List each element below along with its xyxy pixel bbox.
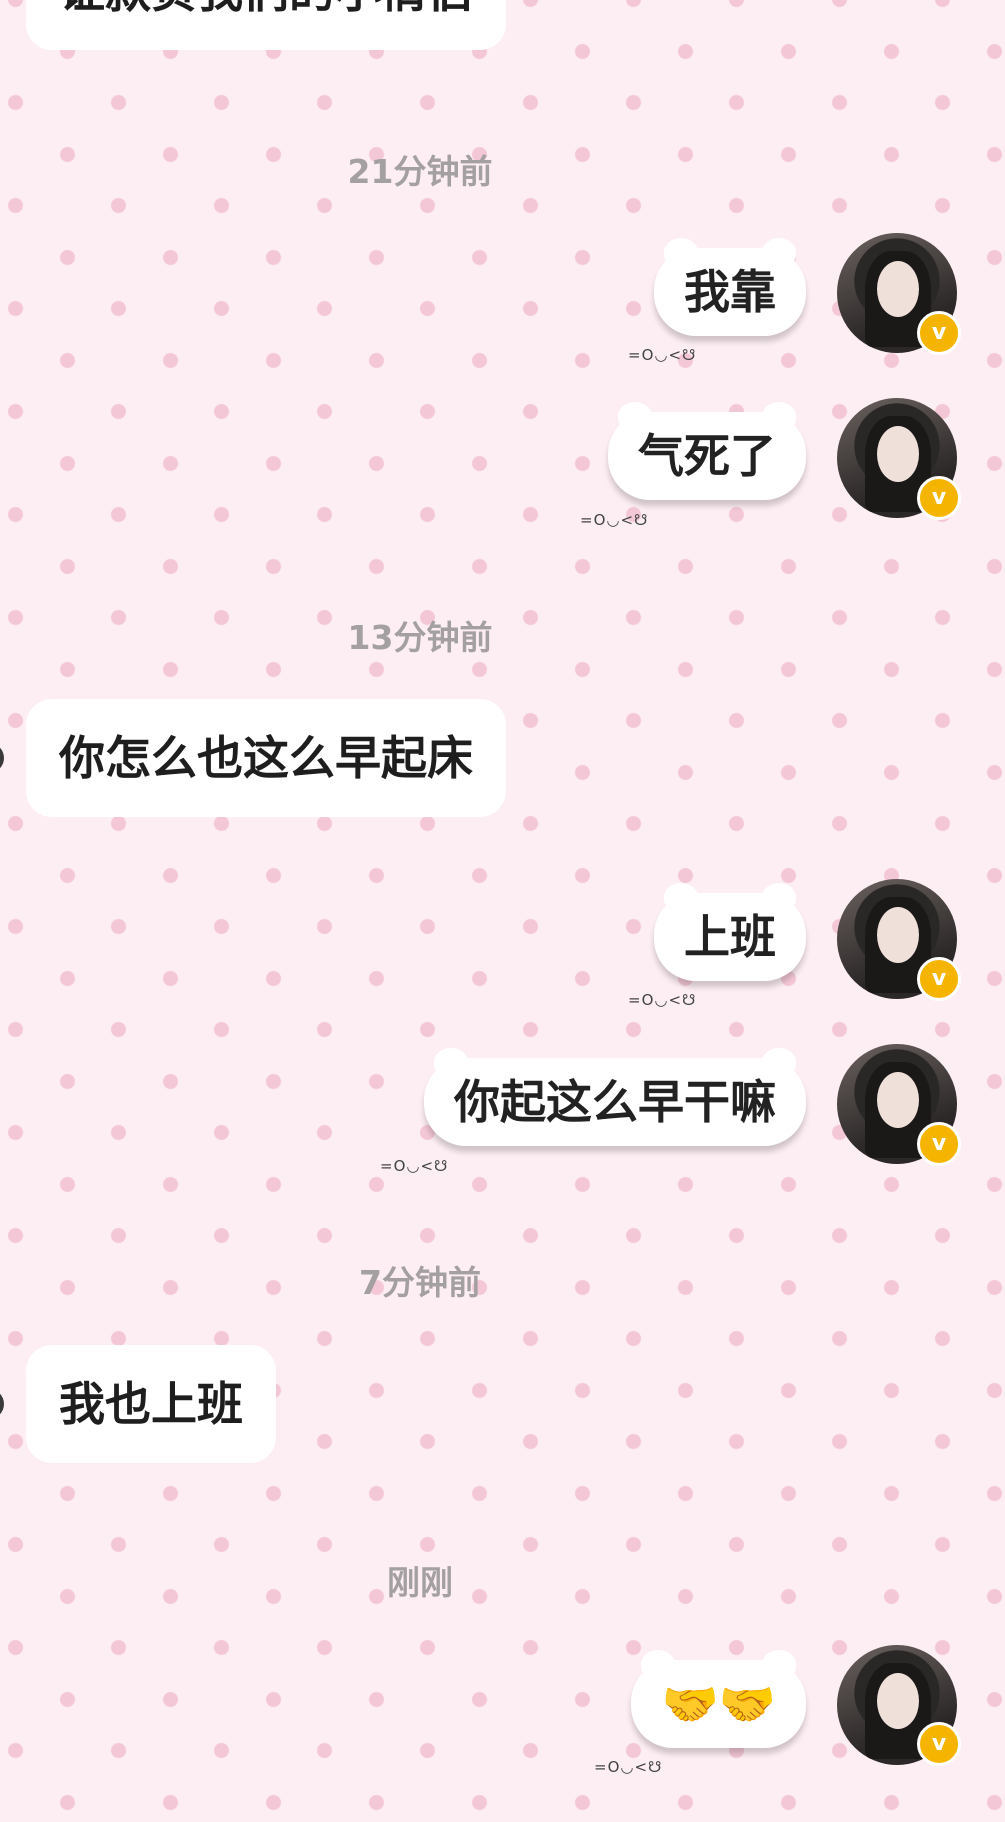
timestamp: 21分钟前 [347, 152, 493, 191]
message-text: 我也上班 [59, 1377, 243, 1431]
bubble-decoration: =O◡<☋ [628, 991, 697, 1009]
v-verified-icon: v [917, 1722, 961, 1766]
timestamp: 刚刚 [387, 1563, 453, 1602]
message-text: 🤝🤝 [661, 1677, 776, 1731]
bubble-decoration: =O◡<☋ [580, 511, 649, 529]
avatar[interactable] [0, 743, 4, 773]
message-text: 你怎么也这么早起床 [59, 731, 473, 785]
v-verified-icon: v [917, 311, 961, 355]
outgoing-message-bubble[interactable]: 🤝🤝 [631, 1650, 806, 1748]
timestamp: 13分钟前 [347, 618, 493, 657]
outgoing-message-bubble[interactable]: 你起这么早干嘛 [424, 1048, 806, 1146]
incoming-message-bubble[interactable]: 我也上班 [26, 1345, 276, 1463]
outgoing-message-bubble[interactable]: 上班 [654, 883, 806, 981]
bubble-decoration: =O◡<☋ [380, 1157, 449, 1175]
bubble-decoration: =O◡<☋ [594, 1758, 663, 1776]
avatar[interactable] [0, 1389, 4, 1419]
message-text: 你起这么早干嘛 [454, 1075, 776, 1129]
message-text: 我靠 [684, 265, 776, 319]
v-verified-icon: v [917, 957, 961, 1001]
incoming-message-bubble[interactable]: 你怎么也这么早起床 [26, 699, 506, 817]
message-text: 上班 [684, 910, 776, 964]
timestamp: 7分钟前 [359, 1263, 481, 1302]
outgoing-message-bubble[interactable]: 气死了 [608, 402, 806, 500]
outgoing-message-bubble[interactable]: 我靠 [654, 238, 806, 336]
bubble-decoration: =O◡<☋ [628, 346, 697, 364]
message-text: 证款负我们的小情侣 [59, 0, 473, 18]
v-verified-icon: v [917, 476, 961, 520]
message-text: 气死了 [638, 429, 776, 483]
incoming-message-bubble[interactable]: 证款负我们的小情侣 [26, 0, 506, 50]
v-verified-icon: v [917, 1122, 961, 1166]
